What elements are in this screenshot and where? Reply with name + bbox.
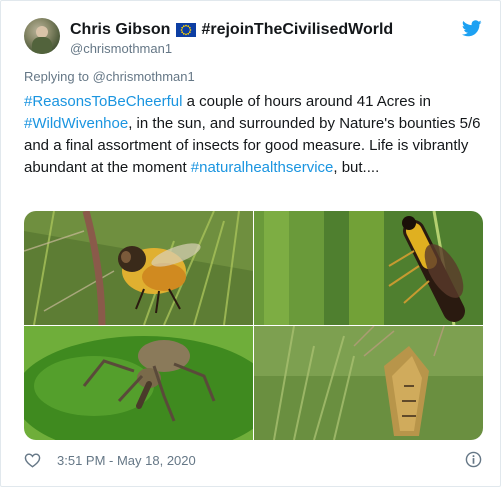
tweet-text-segment: a couple of hours around 41 Acres in	[182, 93, 431, 110]
author-display-suffix[interactable]: #rejoinTheCivilisedWorld	[201, 21, 393, 39]
reply-target-link[interactable]: @chrismothman1	[93, 69, 195, 84]
tweet-header: Chris Gibson #rejoinTheCivilisedWorld @c…	[24, 18, 482, 62]
heart-icon[interactable]	[24, 452, 41, 468]
photo-weevil[interactable]	[24, 326, 253, 440]
twitter-bird-icon[interactable]	[462, 20, 482, 37]
tweet-card: Chris Gibson #rejoinTheCivilisedWorld @c…	[0, 0, 501, 487]
photo-sawfly[interactable]	[254, 211, 483, 325]
photo-shieldbug[interactable]	[254, 326, 483, 440]
hashtag-link[interactable]: #WildWivenhoe	[24, 115, 128, 132]
tweet-timestamp[interactable]: 3:51 PM - May 18, 2020	[57, 453, 196, 468]
info-icon[interactable]	[465, 451, 482, 468]
eu-flag-icon	[176, 23, 197, 37]
author-name-row[interactable]: Chris Gibson #rejoinTheCivilisedWorld	[70, 21, 393, 39]
tweet-text: #ReasonsToBeCheerful a couple of hours a…	[24, 91, 484, 179]
hashtag-link[interactable]: #naturalhealthservice	[191, 159, 334, 176]
photo-hoverfly[interactable]	[24, 211, 253, 325]
media-grid	[24, 211, 483, 440]
reply-prefix: Replying to	[24, 69, 90, 84]
author-name[interactable]: Chris Gibson	[70, 21, 170, 39]
hashtag-link[interactable]: #ReasonsToBeCheerful	[24, 93, 182, 110]
avatar[interactable]	[24, 18, 60, 54]
tweet-text-segment: , but....	[333, 159, 380, 176]
tweet-footer: 3:51 PM - May 18, 2020	[24, 450, 482, 470]
reply-context: Replying to @chrismothman1	[24, 69, 195, 84]
author-handle[interactable]: @chrismothman1	[70, 41, 172, 56]
